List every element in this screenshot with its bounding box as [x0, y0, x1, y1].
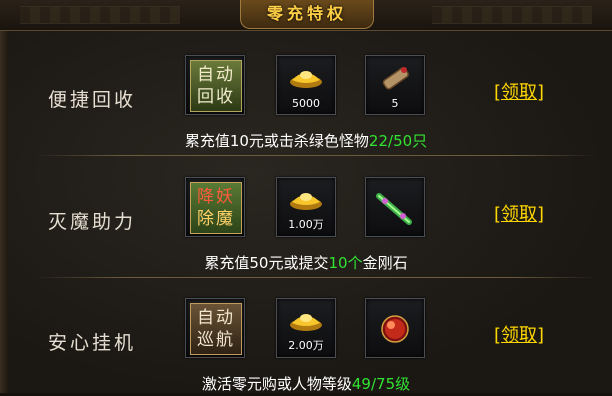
- desc-text: 累充值10元或击杀绿色怪物: [184, 132, 369, 150]
- badge-line1: 降妖: [197, 187, 235, 207]
- auto-cruise-badge: 自动 巡航: [190, 303, 242, 355]
- green-sword-icon: [376, 193, 412, 225]
- reward-qty: 1.00万: [288, 218, 324, 231]
- desc-progress: 10个: [328, 254, 363, 272]
- dragon-ornament-left: [20, 6, 180, 24]
- reward-slot-gold[interactable]: 1.00万: [276, 177, 336, 237]
- privilege-row-recycle: 便捷回收 自动 回收 5000 5 [领取] 累充值10元或击杀绿色怪物22/5…: [0, 33, 612, 153]
- reward-qty: 5000: [292, 97, 320, 110]
- desc-text: 激活零元购或人物等级: [201, 375, 352, 393]
- row-description: 累充值10元或击杀绿色怪物22/50只: [0, 130, 612, 151]
- reward-slot-sword[interactable]: [365, 177, 425, 237]
- privilege-row-demon-slayer: 灭魔助力 降妖 除魔 1.00万 [领取] 累充值50元或提交10个金刚石: [0, 155, 612, 275]
- badge-line1: 自动: [197, 65, 235, 85]
- claim-button[interactable]: [领取]: [494, 200, 544, 226]
- reward-slot-orb[interactable]: [365, 298, 425, 358]
- reward-slot-gold[interactable]: 5000: [276, 55, 336, 115]
- privilege-icon-slot[interactable]: 自动 巡航: [185, 298, 245, 358]
- badge-line2: 巡航: [197, 330, 235, 350]
- privilege-row-auto-cruise: 安心挂机 自动 巡航 2.00万 [领取] 激活零元购或人物等级49/75级: [0, 276, 612, 396]
- row-title: 灭魔助力: [48, 211, 137, 233]
- row-description: 累充值50元或提交10个金刚石: [0, 252, 612, 273]
- panel-title: 零充特权: [240, 0, 374, 29]
- claim-button[interactable]: [领取]: [494, 78, 544, 104]
- gold-ingot-icon: [290, 71, 322, 88]
- desc-text: 累充值50元或提交: [204, 254, 329, 272]
- reward-qty: 5: [391, 97, 399, 110]
- reward-qty: 2.00万: [288, 339, 324, 352]
- row-title: 安心挂机: [48, 332, 137, 354]
- desc-suffix: 金刚石: [362, 254, 408, 272]
- reward-slot-scroll[interactable]: 5: [365, 55, 425, 115]
- desc-progress: 49/75级: [351, 375, 411, 393]
- scroll-icon: [382, 67, 409, 90]
- badge-line1: 自动: [197, 308, 235, 328]
- demon-slayer-badge: 降妖 除魔: [190, 182, 242, 234]
- gold-ingot-icon: [290, 314, 322, 331]
- reward-slot-gold[interactable]: 2.00万: [276, 298, 336, 358]
- gold-ingot-icon: [290, 193, 322, 210]
- auto-recycle-badge: 自动 回收: [190, 60, 242, 112]
- badge-line2: 回收: [197, 87, 235, 107]
- row-title: 便捷回收: [48, 89, 137, 111]
- privilege-icon-slot[interactable]: 降妖 除魔: [185, 177, 245, 237]
- dragon-ornament-right: [432, 6, 592, 24]
- title-bar: 零充特权: [0, 0, 612, 32]
- claim-button[interactable]: [领取]: [494, 321, 544, 347]
- badge-line2: 除魔: [197, 209, 235, 229]
- row-description: 激活零元购或人物等级49/75级: [0, 373, 612, 394]
- privilege-icon-slot[interactable]: 自动 回收: [185, 55, 245, 115]
- desc-progress: 22/50只: [368, 132, 428, 150]
- red-orb-icon: [381, 315, 409, 343]
